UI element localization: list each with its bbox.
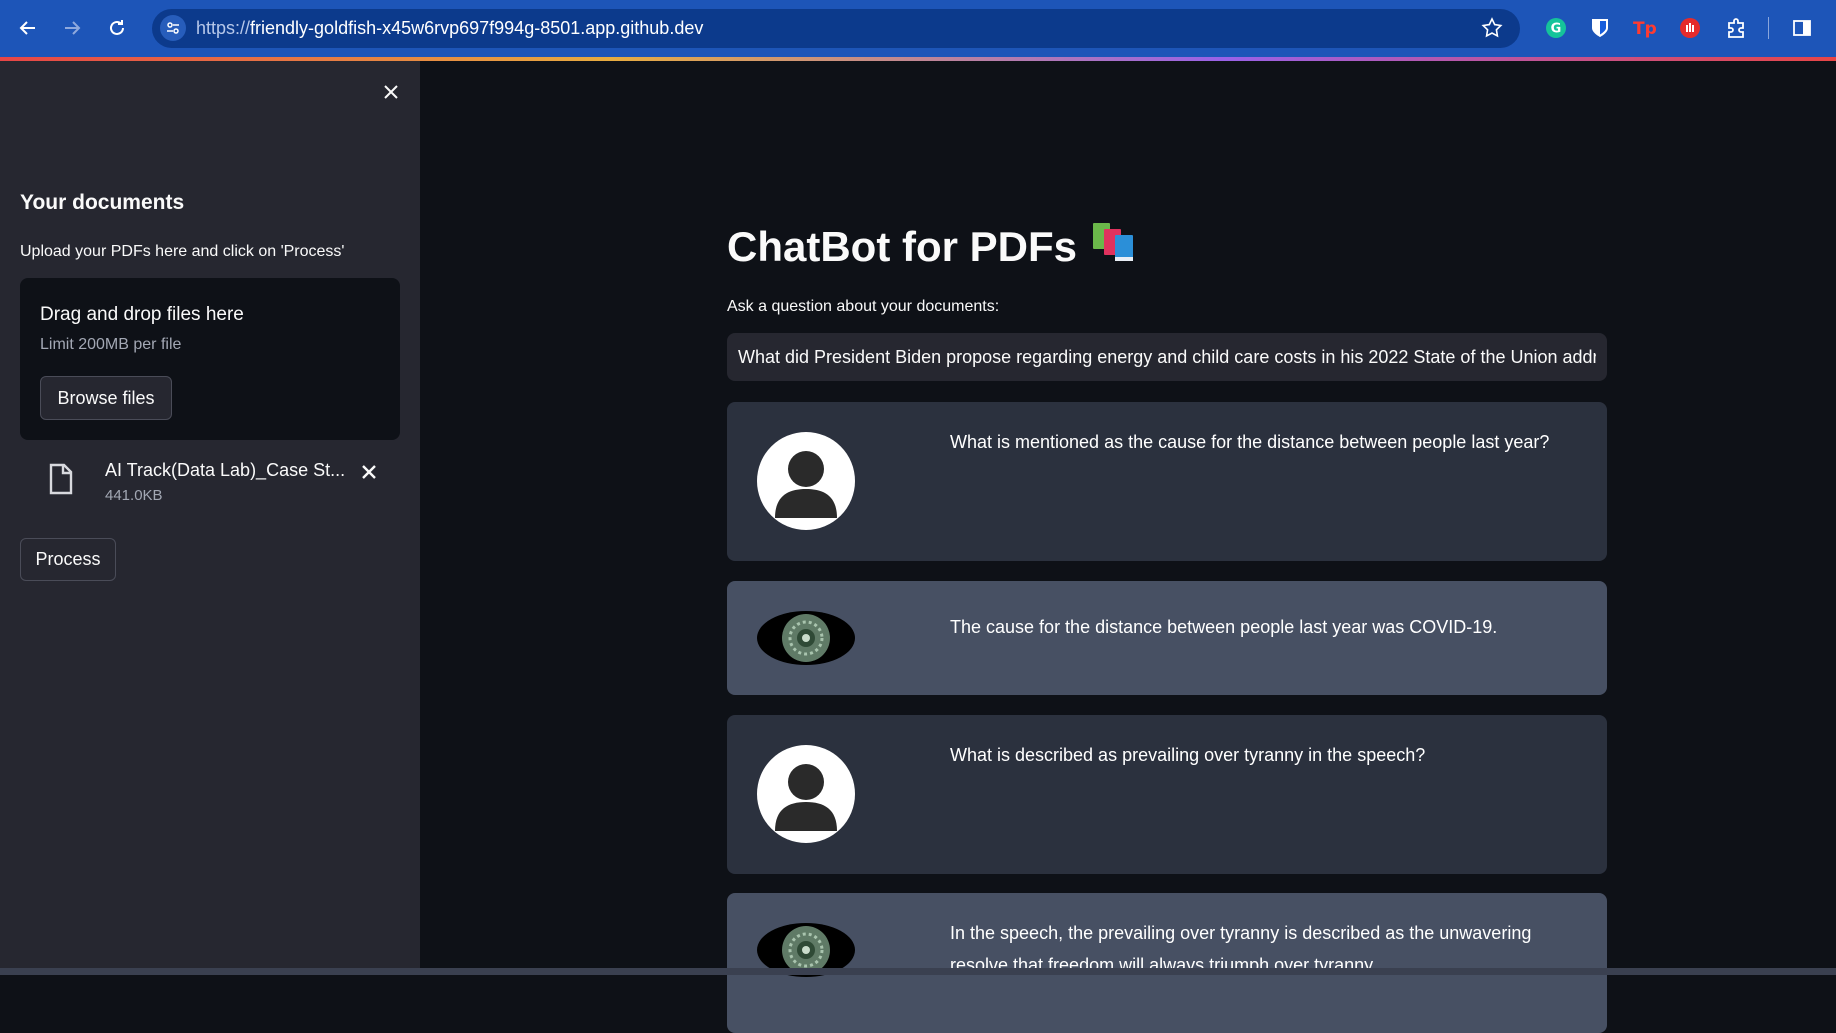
bot-avatar (757, 611, 855, 670)
close-sidebar-button[interactable] (378, 79, 404, 105)
chat-message-user: What is mentioned as the cause for the d… (727, 402, 1607, 561)
main-content: ChatBot for PDFs Ask a question about yo… (420, 61, 1836, 1033)
file-icon (48, 463, 74, 495)
user-avatar (757, 745, 855, 848)
site-info-icon[interactable] (160, 15, 186, 41)
arrow-left-icon (19, 21, 35, 35)
browse-files-button[interactable]: Browse files (40, 376, 172, 420)
reload-icon (110, 20, 124, 35)
file-dropzone[interactable]: Drag and drop files here Limit 200MB per… (20, 278, 400, 440)
reload-button[interactable] (103, 14, 131, 42)
user-avatar (757, 432, 855, 535)
back-button[interactable] (14, 14, 42, 42)
question-input[interactable] (727, 333, 1607, 381)
message-text: The cause for the distance between peopl… (950, 617, 1498, 637)
arrow-right-icon (65, 21, 81, 35)
hand-extension-icon[interactable] (1678, 16, 1702, 40)
tp-extension-icon[interactable]: Tp (1633, 16, 1657, 40)
extensions-puzzle-icon[interactable] (1724, 16, 1748, 40)
svg-text:G: G (1551, 22, 1562, 37)
remove-file-button[interactable] (356, 459, 382, 485)
chat-message-bot: In the speech, the prevailing over tyran… (727, 893, 1607, 1033)
file-name: AI Track(Data Lab)_Case St... (105, 460, 346, 480)
close-icon (384, 85, 398, 99)
file-size: 441.0KB (105, 487, 163, 504)
browser-toolbar: https://friendly-goldfish-x45w6rvp697f99… (0, 0, 1836, 57)
upload-label: Upload your PDFs here and click on 'Proc… (20, 243, 345, 260)
bitwarden-extension-icon[interactable] (1588, 16, 1612, 40)
books-icon (1091, 221, 1139, 273)
uploaded-file: AI Track(Data Lab)_Case St... 441.0KB (20, 451, 400, 511)
svg-text:Tp: Tp (1633, 19, 1657, 39)
bookmark-star-icon[interactable] (1480, 16, 1504, 45)
dropzone-title: Drag and drop files here (40, 304, 244, 325)
side-panel-icon[interactable] (1790, 16, 1814, 40)
dropzone-limit: Limit 200MB per file (40, 336, 182, 353)
page-title: ChatBot for PDFs (727, 221, 1139, 273)
message-text: What is described as prevailing over tyr… (950, 745, 1426, 765)
toolbar-divider (1768, 17, 1769, 39)
window-bottom-edge (0, 968, 1836, 975)
forward-button[interactable] (58, 14, 86, 42)
chat-message-bot: The cause for the distance between peopl… (727, 581, 1607, 695)
grammarly-extension-icon[interactable]: G (1544, 16, 1568, 40)
url-text: https://friendly-goldfish-x45w6rvp697f99… (196, 18, 704, 38)
address-bar[interactable]: https://friendly-goldfish-x45w6rvp697f99… (152, 9, 1520, 48)
sidebar: Your documents Upload your PDFs here and… (0, 61, 420, 975)
sidebar-title: Your documents (20, 191, 185, 214)
chat-message-user: What is described as prevailing over tyr… (727, 715, 1607, 874)
page-title-text: ChatBot for PDFs (727, 223, 1077, 270)
message-text: What is mentioned as the cause for the d… (950, 432, 1550, 452)
question-label: Ask a question about your documents: (727, 298, 1000, 315)
close-icon (362, 465, 376, 479)
process-button[interactable]: Process (20, 538, 116, 581)
